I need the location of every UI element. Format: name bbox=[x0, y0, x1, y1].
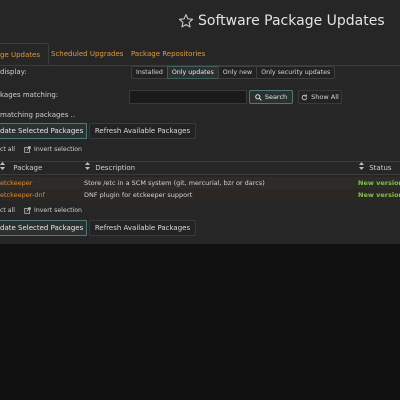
column-package[interactable]: Package bbox=[0, 162, 42, 174]
sort-icon bbox=[359, 162, 364, 174]
package-description: Store /etc in a SCM system (git, mercuri… bbox=[84, 179, 265, 187]
invert-selection-label: Invert selection bbox=[34, 146, 82, 153]
package-status: New version 1 bbox=[358, 179, 400, 187]
filter-installed[interactable]: Installed bbox=[131, 66, 168, 79]
search-label: kages matching: bbox=[0, 91, 59, 99]
invert-icon bbox=[24, 146, 31, 153]
refresh-icon bbox=[301, 94, 308, 101]
package-description: DNF plugin for etckeeper support bbox=[84, 191, 193, 199]
column-package-label: Package bbox=[13, 164, 43, 172]
sort-icon bbox=[85, 162, 90, 174]
table-header: Package Description Status bbox=[0, 161, 400, 175]
search-button-label: Search bbox=[264, 93, 288, 101]
package-link[interactable]: etckeeper-dnf bbox=[0, 189, 45, 201]
show-all-label: Show All bbox=[311, 93, 339, 101]
tab-bar: ge Updates Scheduled Upgrades Package Re… bbox=[0, 43, 400, 66]
select-all-link[interactable]: ct all bbox=[0, 146, 15, 153]
display-label: display: bbox=[0, 68, 27, 76]
update-selected-button[interactable]: date Selected Packages bbox=[0, 123, 87, 139]
package-status: New version 1 bbox=[358, 191, 400, 199]
table-row[interactable]: etckeeper-dnf DNF plugin for etckeeper s… bbox=[0, 189, 400, 201]
column-description[interactable]: Description bbox=[85, 162, 135, 174]
invert-selection-link[interactable]: Invert selection bbox=[24, 207, 82, 214]
invert-selection-label: Invert selection bbox=[34, 207, 82, 214]
refresh-packages-button[interactable]: Refresh Available Packages bbox=[89, 123, 196, 139]
display-filter: Installed Only updates Only new Only sec… bbox=[131, 66, 336, 79]
column-description-label: Description bbox=[95, 164, 136, 172]
package-link[interactable]: etckeeper bbox=[0, 177, 32, 189]
star-outline-icon[interactable] bbox=[178, 13, 194, 29]
sort-icon bbox=[0, 162, 5, 174]
show-all-button[interactable]: Show All bbox=[298, 90, 342, 104]
title-row: Software Package Updates bbox=[178, 11, 385, 31]
invert-selection-link[interactable]: Invert selection bbox=[24, 146, 82, 153]
tab-package-updates[interactable]: ge Updates bbox=[0, 43, 49, 65]
page-title: Software Package Updates bbox=[198, 13, 385, 29]
filter-only-security[interactable]: Only security updates bbox=[256, 66, 336, 79]
invert-icon bbox=[24, 207, 31, 214]
matching-text: matching packages .. bbox=[0, 111, 76, 119]
refresh-packages-button[interactable]: Refresh Available Packages bbox=[89, 220, 196, 236]
filter-only-updates[interactable]: Only updates bbox=[166, 66, 219, 79]
search-input[interactable] bbox=[129, 90, 247, 104]
tab-package-repositories[interactable]: Package Repositories bbox=[131, 43, 205, 65]
search-icon bbox=[255, 93, 262, 101]
main-panel: Software Package Updates ge Updates Sche… bbox=[0, 0, 400, 244]
update-selected-button[interactable]: date Selected Packages bbox=[0, 220, 87, 236]
tab-scheduled-upgrades[interactable]: Scheduled Upgrades bbox=[51, 43, 123, 65]
select-all-link[interactable]: ct all bbox=[0, 207, 15, 214]
column-status[interactable]: Status bbox=[359, 162, 392, 174]
filter-only-new[interactable]: Only new bbox=[217, 66, 258, 79]
table-row[interactable]: etckeeper Store /etc in a SCM system (gi… bbox=[0, 177, 400, 189]
search-button[interactable]: Search bbox=[249, 90, 293, 104]
column-status-label: Status bbox=[369, 164, 392, 172]
